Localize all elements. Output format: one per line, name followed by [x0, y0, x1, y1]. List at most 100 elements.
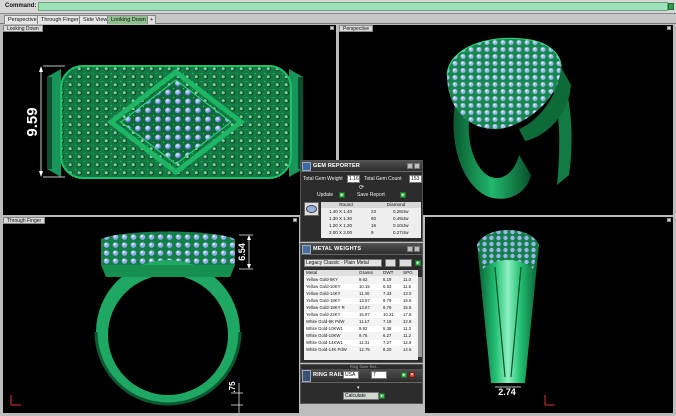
total-gem-weight-label: Total Gem Weight — [303, 176, 343, 182]
metal-grams: 9.92 — [359, 326, 368, 331]
metal-grams: 13.67 — [359, 305, 370, 310]
metal-table-row[interactable]: Yellow Gold-18KY 13.67 8.79 15.6 — [304, 298, 416, 304]
metal-table-row[interactable]: Yellow Gold-18KY R 13.67 8.79 15.6 — [304, 305, 416, 311]
refresh-icon[interactable]: ⟳ — [359, 184, 364, 191]
panel-close-icon[interactable] — [414, 163, 420, 169]
panel-minimize-icon[interactable] — [407, 163, 413, 169]
gem-table-header-type: Diamond — [371, 202, 421, 208]
dimension-0-75: .75 — [228, 381, 237, 393]
metal-dwt: 8.20 — [383, 347, 392, 352]
metal-dwt: 8.79 — [383, 298, 392, 303]
metal-name: White Gold-9K PdW — [306, 319, 345, 324]
metal-table-row[interactable]: Yellow Gold-22KY 15.87 10.21 17.8 — [304, 312, 416, 318]
panel-minimize-icon[interactable] — [407, 246, 413, 252]
gem-size: 2.00 X 2.00 — [329, 230, 353, 235]
tab-add-button[interactable]: + — [147, 15, 157, 24]
metal-spg: 12.9 — [403, 340, 412, 345]
metal-grams: 15.87 — [359, 312, 370, 317]
metal-table-row[interactable]: White Gold-14K PdW 12.75 8.20 14.6 — [304, 347, 416, 353]
metal-weights-table: Metal Grams DWT SPG Yellow Gold-8KY 9.62 6… — [304, 270, 418, 360]
metal-weights-header[interactable]: METAL WEIGHTS — [301, 244, 422, 255]
metal-spg: 15.6 — [403, 298, 412, 303]
save-report-button[interactable]: ▸ — [400, 192, 406, 198]
metal-name: Yellow Gold-18KY R — [306, 305, 345, 310]
metal-spg: 11.0 — [403, 277, 412, 282]
metal-name: White Gold-10KW — [306, 333, 341, 338]
metal-spg: 11.3 — [403, 326, 412, 331]
ring-size-input[interactable]: 7 — [371, 371, 387, 379]
calculate-dropdown[interactable]: Calculate — [343, 392, 379, 400]
ring-front-view: 6.54 .75 — [10, 231, 253, 413]
update-label: Update — [317, 192, 334, 198]
total-gem-weight-value: 1.16 — [347, 175, 360, 183]
metal-spg: 11.6 — [403, 284, 412, 289]
metal-grams: 11.31 — [359, 340, 370, 345]
metal-weights-icon — [302, 245, 311, 254]
metal-table-row[interactable]: White Gold-9K PdW 11.17 7.18 12.8 — [304, 319, 416, 325]
command-input[interactable] — [38, 2, 668, 11]
gem-weight: 0.27ctw — [393, 230, 409, 235]
metal-table-scrollbar[interactable] — [418, 277, 422, 357]
metal-dwt: 6.38 — [383, 326, 392, 331]
gem-weight: 0.10ctw — [393, 223, 409, 228]
gem-reporter-header[interactable]: GEM REPORTER — [301, 161, 422, 172]
ring-rail-apply-button[interactable]: ▸ — [401, 372, 407, 378]
app-window: Command: Perspective Through Finger Side… — [0, 0, 676, 416]
ring-size-region-select[interactable]: USA — [343, 371, 359, 379]
ring-top-view: 9.59 — [24, 65, 303, 179]
metal-table-row[interactable]: Yellow Gold-8KY 9.62 6.19 11.0 — [304, 277, 416, 283]
command-label: Command: — [5, 3, 37, 9]
gem-reporter-panel: GEM REPORTER Total Gem Weight 1.16 Total… — [300, 160, 423, 242]
ring-side-view: 2.74 — [477, 230, 555, 406]
save-report-label: Save Report — [357, 192, 385, 198]
total-gem-count-value: 153 — [409, 175, 422, 183]
gem-count: 23 — [371, 209, 377, 214]
metal-table-row[interactable]: Yellow Gold-14KY 11.40 7.33 13.0 — [304, 291, 416, 297]
ring-rail-cancel-button[interactable]: ✕ — [409, 372, 415, 378]
panel-close-icon[interactable] — [414, 246, 420, 252]
metal-dwt: 6.27 — [383, 333, 392, 338]
gem-count: 60 — [371, 216, 377, 221]
viewport-side[interactable]: 2.74 — [425, 217, 673, 413]
metal-dwt: 8.79 — [383, 305, 392, 310]
ring-rail-expand-icon[interactable]: ▾ — [357, 385, 360, 391]
tab-looking-down[interactable]: Looking Down — [107, 15, 150, 24]
metal-preset-dropdown[interactable]: Legacy Classic - Plain Metal — [304, 259, 382, 267]
update-button[interactable]: ▸ — [339, 192, 345, 198]
total-gem-count-label: Total Gem Count — [364, 176, 402, 182]
metal-option-toggle[interactable] — [385, 259, 396, 267]
metal-grams: 9.75 — [359, 333, 368, 338]
calculate-button[interactable]: ▸ — [379, 393, 385, 399]
metal-name: White Gold-10KW1 — [306, 326, 343, 331]
metal-dwt: 7.33 — [383, 291, 392, 296]
metal-name: White Gold-14K PdW — [306, 347, 347, 352]
viewport-through-finger[interactable]: Through Finger 6.54 .75 — [3, 217, 299, 413]
viewport-looking-down[interactable]: Looking Down 9.59 — [3, 25, 336, 215]
gem-count: 16 — [371, 223, 377, 228]
metal-dwt: 6.19 — [383, 277, 392, 282]
col-metal: Metal — [306, 270, 318, 275]
gem-size: 1.40 X 1.40 — [329, 209, 353, 214]
metal-unit-select[interactable] — [399, 259, 412, 267]
metal-spg: 17.8 — [403, 312, 412, 317]
metal-table-row[interactable]: Yellow Gold-10KY 10.15 6.53 11.6 — [304, 284, 416, 290]
ring-rail-title: RING RAIL — [313, 372, 343, 378]
round-diamond-thumbnail — [304, 202, 319, 216]
col-grams: Grams — [359, 270, 373, 275]
col-dwt: DWT — [383, 270, 394, 275]
gem-count: 9 — [371, 230, 374, 235]
tab-perspective[interactable]: Perspective — [4, 15, 41, 24]
metal-table-row[interactable]: White Gold-10KW1 9.92 6.38 11.3 — [304, 326, 416, 332]
metal-apply-button[interactable]: ▸ — [415, 260, 421, 266]
gem-table: Round Diamond 1.40 X 1.40 23 0.28ctw 1.3… — [321, 202, 421, 238]
gem-table-header-shape: Round — [321, 202, 371, 208]
metal-table-row[interactable]: White Gold-10KW 9.75 6.27 11.2 — [304, 333, 416, 339]
dimension-2-74: 2.74 — [498, 387, 516, 397]
ring-rail-header: RING RAIL USA 7 ▸ ✕ — [301, 369, 422, 383]
command-bar: Command: — [0, 0, 676, 14]
metal-name: Yellow Gold-8KY — [306, 277, 339, 282]
tab-through-finger[interactable]: Through Finger — [37, 15, 83, 24]
metal-table-row[interactable]: White Gold-14KW1 11.31 7.27 12.9 — [304, 340, 416, 346]
dimension-6-54: 6.54 — [237, 243, 247, 261]
metal-grams: 11.17 — [359, 319, 370, 324]
